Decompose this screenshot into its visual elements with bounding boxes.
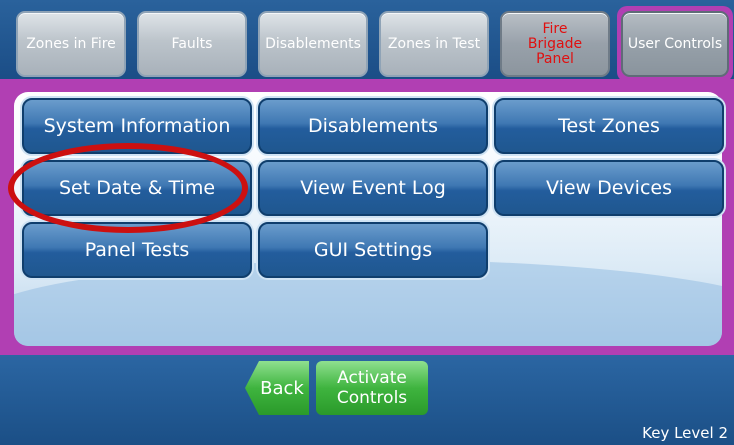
tab-user-controls-label: User Controls: [627, 35, 723, 52]
system-information-label: System Information: [43, 115, 231, 137]
tab-fire-brigade-panel[interactable]: Fire Brigade Panel: [500, 11, 610, 77]
view-devices-label: View Devices: [545, 177, 672, 199]
tab-faults-label: Faults: [171, 35, 213, 52]
view-event-log-label: View Event Log: [300, 177, 446, 199]
activate-controls-label: Activate Controls: [337, 368, 407, 408]
activate-controls-line-1: Activate: [337, 368, 407, 388]
tab-fire-brigade-line-3: Panel: [536, 50, 574, 67]
tab-zones-in-test-label: Zones in Test: [387, 35, 481, 52]
panel-tests-label: Panel Tests: [84, 239, 190, 261]
tab-disablements[interactable]: Disablements: [258, 11, 368, 77]
test-zones-label: Test Zones: [558, 115, 660, 137]
back-label: Back: [260, 377, 304, 399]
tab-zones-in-fire[interactable]: Zones in Fire: [16, 11, 126, 77]
test-zones-button[interactable]: Test Zones: [494, 98, 724, 154]
tab-faults[interactable]: Faults: [137, 11, 247, 77]
tab-zones-in-test[interactable]: Zones in Test: [379, 11, 489, 77]
view-event-log-button[interactable]: View Event Log: [258, 160, 488, 216]
activate-controls-line-2: Controls: [336, 388, 408, 408]
set-date-time-label: Set Date & Time: [58, 177, 216, 199]
gui-settings-button[interactable]: GUI Settings: [258, 222, 488, 278]
view-devices-button[interactable]: View Devices: [494, 160, 724, 216]
tab-fire-brigade-line-1: Fire: [542, 20, 568, 37]
key-level-status: Key Level 2: [642, 424, 728, 442]
set-date-time-button[interactable]: Set Date & Time: [22, 160, 252, 216]
tab-zones-in-fire-label: Zones in Fire: [26, 35, 116, 52]
gui-settings-label: GUI Settings: [313, 239, 433, 261]
tab-disablements-label: Disablements: [265, 35, 361, 52]
panel-tests-button[interactable]: Panel Tests: [22, 222, 252, 278]
tab-fire-brigade-line-2: Brigade: [527, 35, 583, 52]
disablements-button[interactable]: Disablements: [258, 98, 488, 154]
activate-controls-button[interactable]: Activate Controls: [316, 361, 428, 415]
tab-fire-brigade-panel-label: Fire Brigade Panel: [527, 20, 583, 67]
system-information-button[interactable]: System Information: [22, 98, 252, 154]
tab-user-controls[interactable]: User Controls: [621, 11, 729, 77]
disablements-label: Disablements: [307, 115, 439, 137]
